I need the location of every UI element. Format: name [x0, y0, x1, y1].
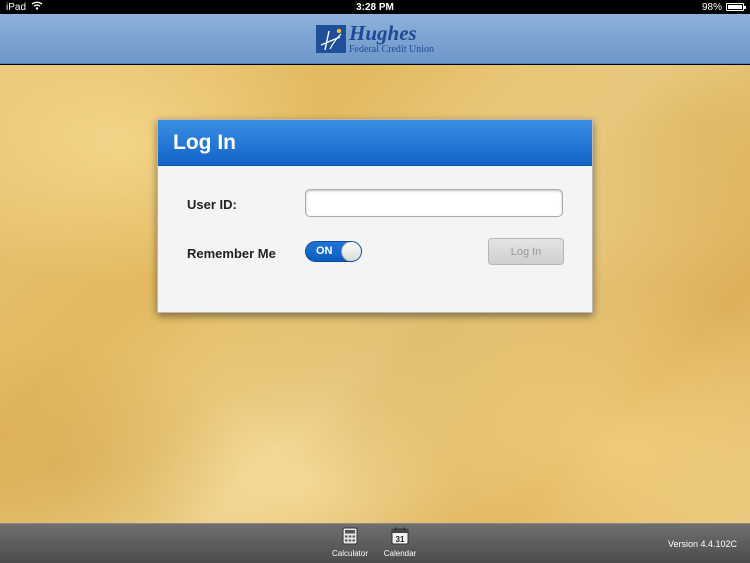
dialog-title: Log In	[173, 130, 236, 154]
calculator-button[interactable]: Calculator	[332, 527, 369, 558]
status-right: 98%	[701, 1, 746, 13]
calendar-icon: 31	[391, 527, 409, 549]
toggle-state-text: ON	[316, 245, 333, 257]
dialog-header: Log In	[158, 120, 592, 166]
calculator-label: Calculator	[332, 549, 369, 558]
remember-me-label: Remember Me	[187, 246, 276, 261]
calculator-icon	[342, 527, 358, 549]
userid-label: User ID:	[187, 197, 237, 212]
device-name: iPad	[6, 1, 27, 13]
remember-me-toggle[interactable]: ON	[305, 241, 362, 262]
status-time: 3:28 PM	[356, 1, 394, 13]
logo-subtitle: Federal Credit Union	[349, 43, 434, 55]
wifi-icon	[31, 1, 43, 13]
userid-input[interactable]	[305, 189, 563, 217]
logo-text: Hughes Federal Credit Union	[349, 20, 434, 55]
status-bar: iPad 3:28 PM 98%	[0, 0, 750, 14]
hughes-logo: Hughes Federal Credit Union	[316, 20, 434, 55]
calendar-label: Calendar	[383, 549, 417, 558]
logo-mark-icon	[316, 24, 346, 53]
logo-name: Hughes	[349, 20, 417, 45]
version-text: Version 4.4.102C	[667, 539, 737, 549]
status-left: iPad	[6, 1, 43, 13]
login-button[interactable]: Log In	[488, 238, 564, 265]
battery-percent: 98%	[701, 1, 722, 13]
battery-fill	[728, 5, 742, 9]
app-header: Hughes Federal Credit Union	[0, 14, 750, 64]
bottom-toolbar: Calculator 31 Calendar Version 4.4.102C	[0, 523, 750, 563]
calendar-day: 31	[396, 535, 405, 544]
calendar-button[interactable]: 31 Calendar	[383, 527, 417, 558]
login-dialog: Log In User ID: Remember Me ON Log In	[157, 119, 593, 313]
battery-icon	[726, 3, 746, 11]
toggle-knob	[341, 242, 361, 261]
